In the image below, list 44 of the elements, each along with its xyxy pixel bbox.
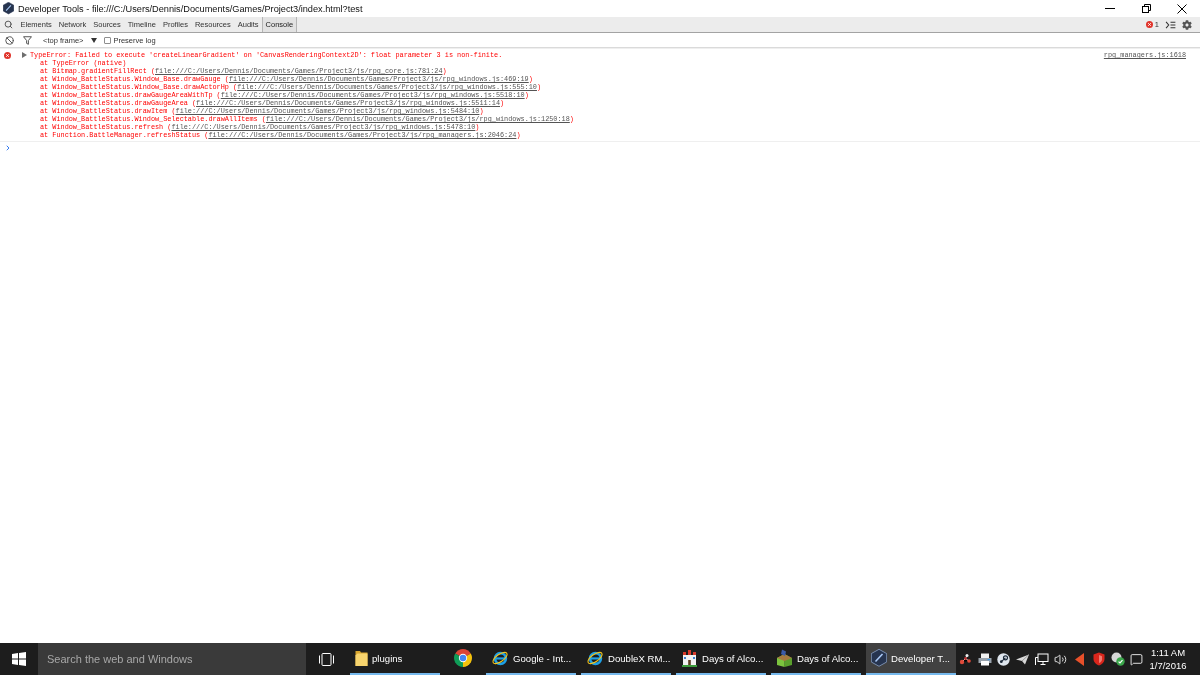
filter-icon xyxy=(23,35,32,45)
taskbar-app-button[interactable]: Google - Int... xyxy=(486,643,576,675)
drawer-icon xyxy=(1164,20,1176,29)
prompt-chevron-icon xyxy=(4,144,12,152)
expand-triangle-icon[interactable] xyxy=(22,52,27,58)
disc-icon[interactable] xyxy=(997,652,1010,666)
error-icon xyxy=(1146,21,1154,28)
taskbar-app-button[interactable]: plugins xyxy=(350,643,440,675)
taskbar-app-button[interactable]: Days of Alco... xyxy=(676,643,766,675)
clear-icon xyxy=(4,35,14,45)
clock-date: 1/7/2016 xyxy=(1149,659,1187,673)
close-icon xyxy=(1177,3,1187,14)
hexagon-icon xyxy=(871,649,887,667)
orbit-logo-icon xyxy=(491,649,509,667)
check-badge-icon[interactable] xyxy=(1110,652,1125,666)
task-view-icon xyxy=(317,652,335,666)
volume-icon[interactable] xyxy=(1054,652,1067,666)
settings-icon xyxy=(1182,19,1192,30)
printer-icon[interactable] xyxy=(977,652,992,666)
app-icon xyxy=(3,2,14,15)
caret-icon xyxy=(91,37,98,43)
circle-logo-icon xyxy=(454,649,472,667)
taskbar-app-button[interactable]: Days of Alco... xyxy=(771,643,861,675)
clock-time: 1:11 AM xyxy=(1150,645,1186,659)
paper-plane-icon[interactable] xyxy=(1016,653,1029,665)
folder-icon xyxy=(355,649,368,667)
search-field[interactable]: Search the web and Windows xyxy=(38,643,306,675)
search-icon xyxy=(4,20,13,29)
triangle-icon[interactable] xyxy=(1075,652,1084,666)
restore-icon xyxy=(1141,4,1151,13)
castle-icon xyxy=(681,649,698,667)
minimize-icon xyxy=(1105,8,1115,9)
network-icon[interactable] xyxy=(1034,652,1049,666)
orbit-logo-icon xyxy=(586,649,604,667)
windows-logo-icon xyxy=(12,652,26,666)
taskbar-app-button[interactable]: DoubleX RM... xyxy=(581,643,671,675)
cube-icon xyxy=(776,649,793,667)
checkbox[interactable] xyxy=(104,36,112,44)
taskbar-app-button[interactable]: Developer T... xyxy=(866,643,956,675)
notification-icon[interactable] xyxy=(1130,652,1143,666)
molecule-icon[interactable] xyxy=(959,652,972,666)
shield-icon[interactable] xyxy=(1092,652,1105,666)
window-title: Developer Tools - file:///C:/Users/Dennis/Documents/Games/Project3/index.html?test xyxy=(18,3,364,14)
error-icon xyxy=(3,51,11,59)
